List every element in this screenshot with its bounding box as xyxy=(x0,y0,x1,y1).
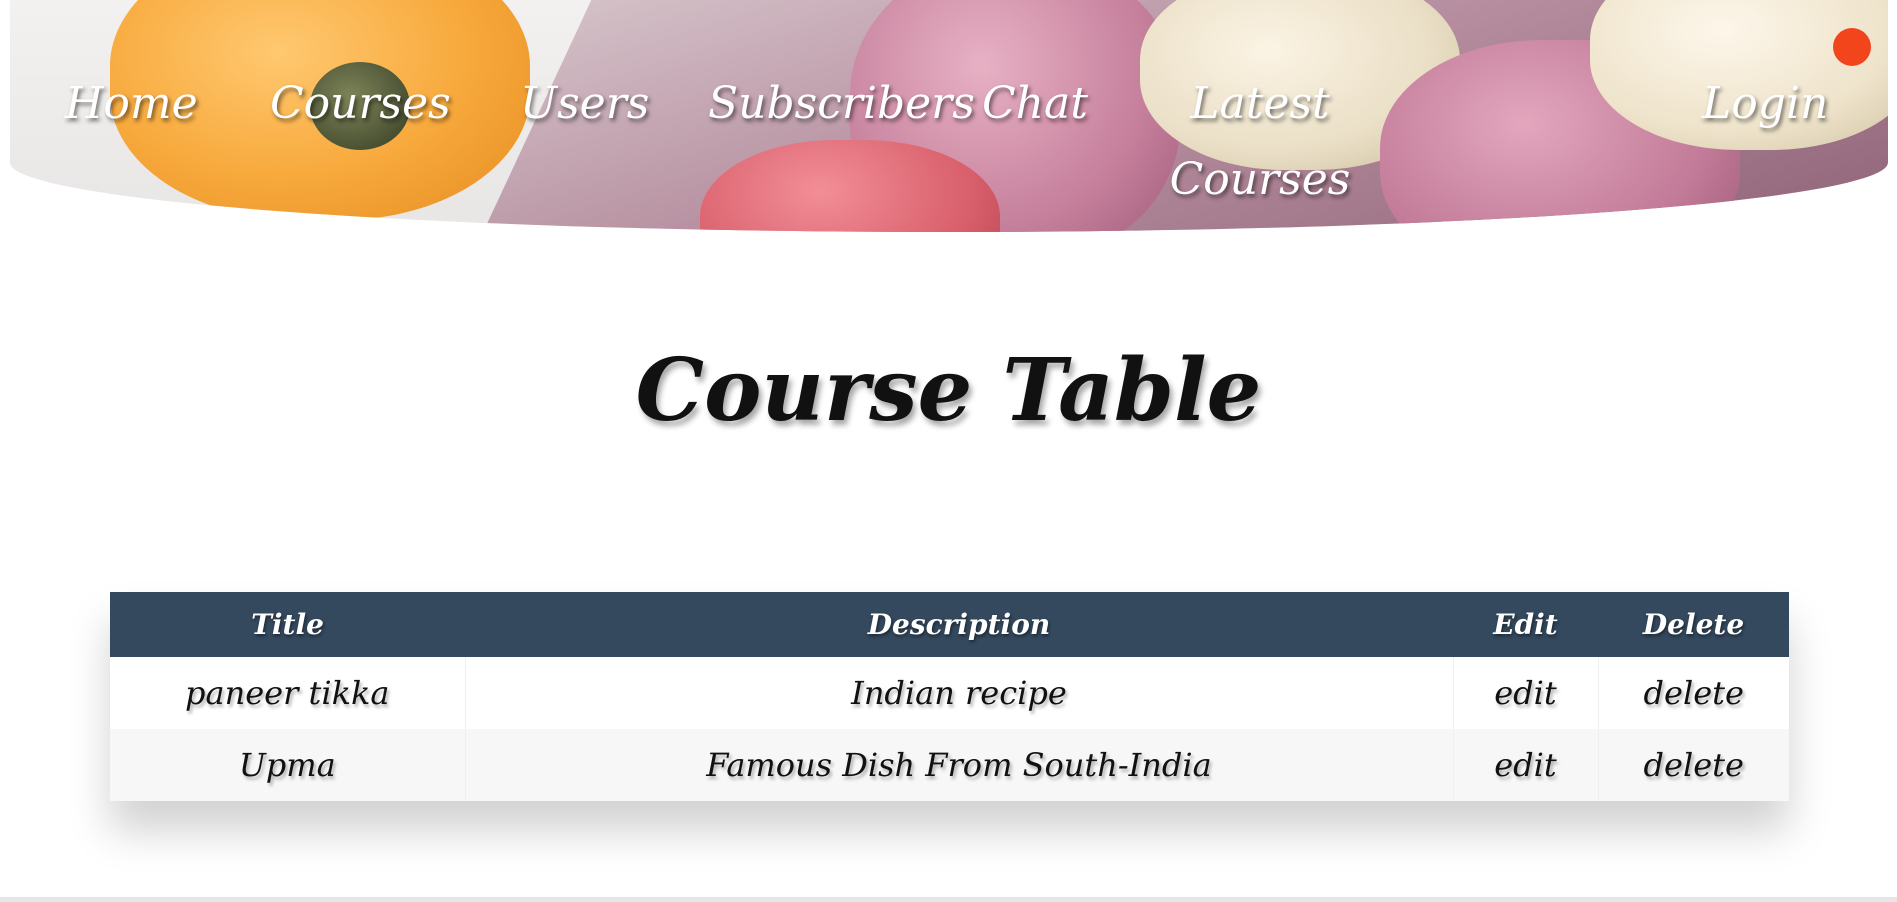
notification-dot-icon[interactable] xyxy=(1833,28,1871,66)
column-header-delete: Delete xyxy=(1642,608,1745,641)
nav-chat[interactable]: Chat xyxy=(982,66,1088,142)
edit-link[interactable]: edit xyxy=(1453,729,1599,801)
table-row: paneer tikka Indian recipe edit delete xyxy=(110,657,1789,729)
cell-description: Famous Dish From South-India xyxy=(465,729,1454,801)
table-header: Title Description Edit Delete xyxy=(110,592,1789,657)
nav-users[interactable]: Users xyxy=(520,66,649,142)
cell-title: paneer tikka xyxy=(110,657,466,729)
table-body: paneer tikka Indian recipe edit delete U… xyxy=(110,657,1789,801)
delete-link[interactable]: delete xyxy=(1598,729,1789,801)
main-navigation: Home Courses Users Subscribers Chat Late… xyxy=(0,0,1897,232)
nav-home[interactable]: Home xyxy=(65,66,198,142)
delete-link[interactable]: delete xyxy=(1598,657,1789,729)
nav-courses[interactable]: Courses xyxy=(270,66,451,142)
column-header-title: Title xyxy=(251,608,324,641)
bottom-scrollbar[interactable] xyxy=(0,897,1897,902)
course-table-container: Title Description Edit Delete paneer tik… xyxy=(110,592,1789,801)
column-header-edit: Edit xyxy=(1493,608,1558,641)
column-header-description: Description xyxy=(867,608,1051,641)
nav-login[interactable]: Login xyxy=(1702,66,1828,142)
cell-description: Indian recipe xyxy=(465,657,1454,729)
nav-latest-courses[interactable]: Latest Courses xyxy=(1160,66,1360,218)
table-header-row: Title Description Edit Delete xyxy=(110,592,1789,657)
course-table: Title Description Edit Delete paneer tik… xyxy=(110,592,1789,801)
edit-link[interactable]: edit xyxy=(1453,657,1599,729)
page-title: Course Table xyxy=(635,340,1262,441)
nav-subscribers[interactable]: Subscribers xyxy=(708,66,975,142)
table-row: Upma Famous Dish From South-India edit d… xyxy=(110,729,1789,801)
cell-title: Upma xyxy=(110,729,466,801)
